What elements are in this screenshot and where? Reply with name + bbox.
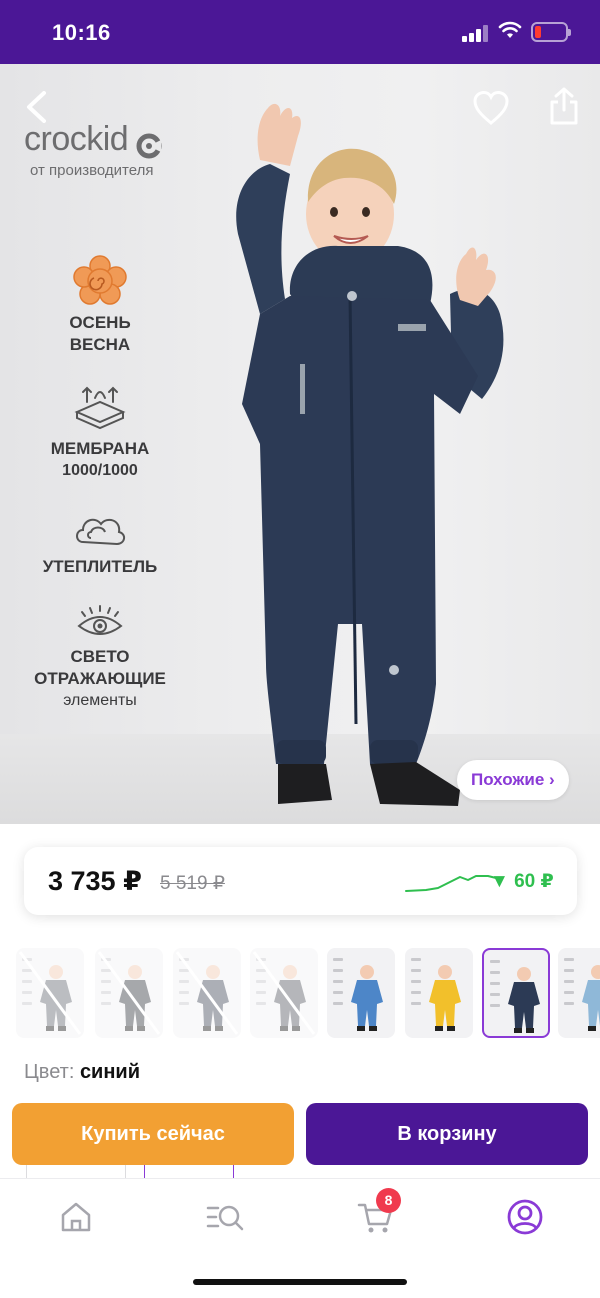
cart-count-badge: 8 [376, 1188, 401, 1213]
color-variant-thumbnail[interactable] [173, 948, 241, 1038]
feature-reflective-line2: ОТРАЖАЮЩИЕ [34, 669, 166, 688]
price-change-value: 60 ₽ [514, 871, 554, 892]
buy-now-button[interactable]: Купить сейчас [12, 1103, 294, 1165]
price-change: ▼ 60 ₽ [490, 870, 554, 893]
add-to-cart-button[interactable]: В корзину [306, 1103, 588, 1165]
color-variant-thumbnail[interactable] [16, 948, 84, 1038]
feature-insulation-line1: УТЕПЛИТЕЛЬ [42, 557, 158, 576]
home-icon[interactable] [56, 1197, 96, 1237]
catalog-search-icon[interactable] [205, 1197, 245, 1237]
feature-membrane-line1: МЕМБРАНА [50, 439, 150, 458]
eye-icon [77, 605, 123, 635]
home-indicator [193, 1279, 407, 1285]
color-variant-thumbnail[interactable] [250, 948, 318, 1038]
color-variant-thumbnail[interactable] [482, 948, 550, 1038]
old-price: 5 519 ₽ [160, 873, 225, 894]
battery-icon [531, 22, 571, 42]
wifi-icon [498, 21, 522, 38]
share-icon[interactable] [547, 86, 581, 126]
feature-season: ОСЕНЬ ВЕСНА [10, 254, 190, 356]
brand-name: crockid [24, 120, 129, 158]
cellular-signal-icon [462, 24, 488, 42]
product-hero-image[interactable]: crockid от производителя ОСЕНЬ ВЕСНА МЕМ… [0, 64, 600, 824]
similar-items-button[interactable]: Похожие › [457, 760, 569, 800]
color-variant-thumbnail[interactable] [95, 948, 163, 1038]
brand-mark-icon [136, 133, 162, 159]
color-value: синий [79, 1061, 141, 1083]
feature-season-line2: ВЕСНА [69, 335, 131, 354]
price-history-sparkline[interactable] [404, 867, 504, 895]
membrane-icon [74, 386, 126, 430]
feature-membrane-line2: 1000/1000 [62, 462, 138, 479]
color-label: Цвет: [24, 1061, 75, 1083]
color-variant-thumbnail[interactable] [405, 948, 473, 1038]
color-variant-thumbnails [16, 948, 600, 1040]
selected-color: Цвет: синий [24, 1061, 140, 1084]
color-variant-thumbnail[interactable] [558, 948, 600, 1038]
favorite-heart-icon[interactable] [472, 90, 510, 126]
status-bar: 10:16 [0, 0, 600, 64]
status-time: 10:16 [52, 20, 111, 45]
brand-logo: crockid от производителя [24, 120, 163, 179]
feature-insulation: УТЕПЛИТЕЛЬ [10, 508, 190, 578]
feature-reflective: СВЕТО ОТРАЖАЮЩИЕ элементы [10, 604, 190, 712]
price-card: 3 735 ₽ 5 519 ₽ ▼ 60 ₽ [24, 847, 577, 915]
back-chevron-icon[interactable] [22, 90, 52, 124]
price-down-arrow-icon: ▼ [490, 871, 509, 892]
color-variant-thumbnail[interactable] [327, 948, 395, 1038]
feature-membrane: МЕМБРАНА 1000/1000 [10, 384, 190, 482]
current-price: 3 735 ₽ [48, 866, 142, 896]
cloud-icon [76, 518, 125, 546]
flower-icon [73, 255, 127, 305]
feature-reflective-sub: элементы [63, 692, 137, 709]
feature-reflective-line1: СВЕТО [70, 647, 130, 666]
product-photo-child-overall [236, 103, 504, 806]
brand-subtitle: от производителя [30, 161, 154, 179]
feature-season-line1: ОСЕНЬ [69, 313, 131, 332]
profile-icon[interactable] [505, 1197, 545, 1237]
